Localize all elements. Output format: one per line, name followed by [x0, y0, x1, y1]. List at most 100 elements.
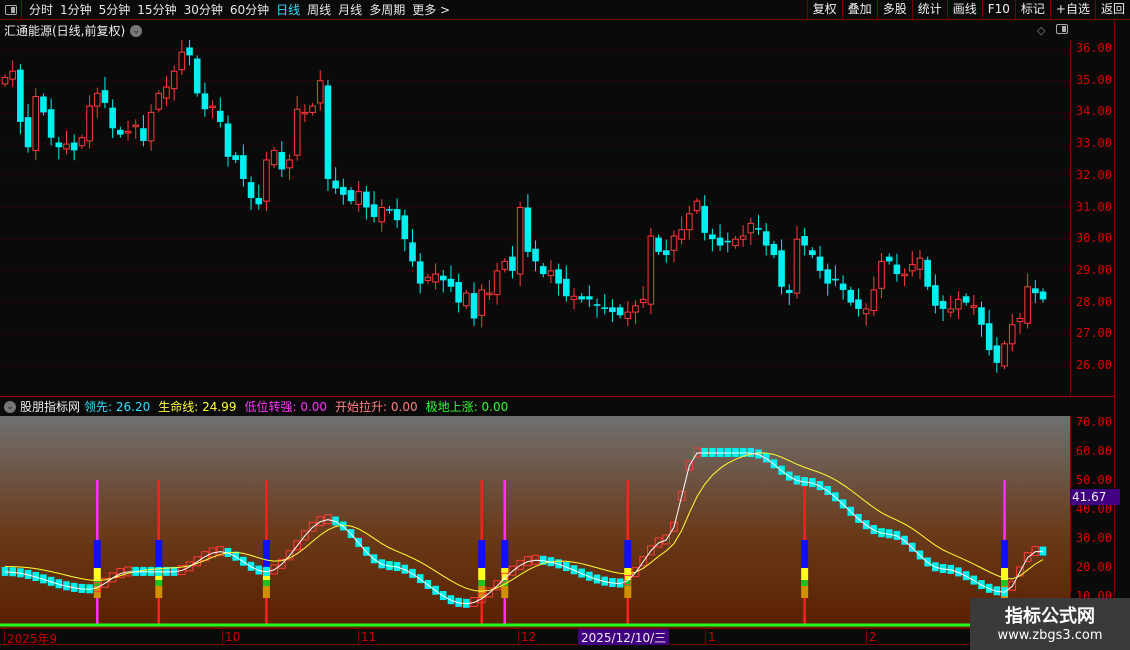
signal-block [478, 586, 486, 598]
candle [747, 217, 755, 245]
candle-body [824, 269, 832, 284]
candle-body [709, 234, 716, 240]
candle-body [278, 152, 286, 170]
indicator-field: 开始拉升: 0.00 [335, 398, 418, 415]
period-toolbar: 分时 1分钟 5分钟 15分钟 30分钟 60分钟 日线 周线 月线 多周期 更多 > 复权 叠加 多股… [0, 0, 1130, 20]
toolbar-button[interactable]: 复权 [806, 0, 842, 20]
candle-body [878, 260, 885, 289]
toolbar-button[interactable]: 标记 [1014, 0, 1050, 20]
price-tick: 27.00 [1075, 326, 1112, 341]
candle-body [140, 128, 147, 141]
period-tab[interactable]: 日线 [276, 1, 300, 18]
candle [132, 119, 140, 139]
candle-body [117, 129, 124, 135]
chevron-down-icon[interactable]: ⌄ [130, 24, 143, 37]
candle [1016, 312, 1024, 334]
candle [893, 253, 901, 282]
date-label: 1 [705, 630, 716, 645]
candle [924, 256, 931, 290]
candle [993, 337, 1001, 373]
candle-body [1039, 291, 1047, 300]
candle [17, 63, 24, 134]
toolbar-button[interactable]: F10 [981, 0, 1015, 20]
period-tab[interactable]: 分时 [29, 1, 53, 18]
candle-body [78, 137, 86, 147]
candle-body [247, 182, 255, 198]
candle-body [785, 289, 793, 294]
candle [101, 76, 109, 109]
candle-body [509, 256, 516, 271]
toolbar-button[interactable]: 统计 [911, 0, 947, 20]
candle-body [340, 186, 347, 195]
signal-block [801, 580, 809, 586]
panel-icon[interactable] [1056, 24, 1068, 34]
indicator-chart[interactable] [0, 416, 1070, 628]
candle-body [701, 205, 708, 233]
candle [955, 291, 962, 319]
period-tab[interactable]: 5分钟 [99, 1, 131, 18]
candle [578, 293, 585, 303]
candle [147, 104, 155, 151]
watermark-url: www.zbgs3.com [997, 628, 1103, 643]
date-label: 2025年9 [4, 630, 57, 646]
candle [732, 236, 739, 249]
candle-body [1016, 317, 1024, 323]
candle [70, 134, 78, 161]
toolbar-button[interactable]: 叠加 [841, 0, 877, 20]
candle-body [947, 308, 955, 313]
candle [324, 79, 332, 192]
signal-block [93, 568, 101, 580]
price-tick: 30.00 [1075, 231, 1112, 246]
period-tab[interactable]: 1分钟 [60, 1, 92, 18]
sidebar-toggle-button[interactable] [0, 0, 22, 20]
price-tick: 32.00 [1075, 167, 1112, 182]
candle [78, 134, 86, 149]
period-tab[interactable]: 月线 [338, 1, 362, 18]
candle [1, 74, 9, 88]
toolbar-button[interactable]: +自选 [1049, 0, 1095, 20]
period-tab[interactable]: 30分钟 [184, 1, 223, 18]
toolbar-button[interactable]: 返回 [1094, 0, 1130, 20]
price-tick: 28.00 [1075, 294, 1112, 309]
signal-block [501, 586, 509, 598]
candlestick-chart[interactable] [0, 40, 1070, 396]
diamond-icon[interactable]: ◇ [1037, 24, 1045, 37]
period-tab[interactable]: 60分钟 [230, 1, 269, 18]
candle-body [716, 237, 724, 246]
chevron-down-icon[interactable]: ⌄ [4, 400, 16, 413]
period-tab[interactable]: 多周期 [369, 1, 405, 18]
candle-body [332, 180, 339, 189]
candle-body [1008, 324, 1016, 345]
signal-block [624, 586, 632, 598]
candle [901, 268, 908, 287]
indicator-tick: 50.00 [1075, 473, 1112, 487]
candle [63, 130, 70, 155]
candle [247, 176, 255, 211]
candle [932, 274, 939, 314]
candle [140, 114, 147, 147]
candle [293, 95, 301, 161]
candle-body [524, 207, 532, 252]
candle-body [416, 261, 424, 284]
indicator-header: ⌄ 股朋指标网 领先: 26.20 生命线: 24.99 低位转强: 0.00 开始拉… [4, 398, 508, 415]
candle [286, 154, 293, 180]
signal-block [262, 586, 270, 598]
candle [201, 82, 209, 117]
candle-body [778, 250, 785, 287]
toolbar-button[interactable]: 画线 [946, 0, 982, 20]
panel-icon [4, 4, 17, 15]
candle [447, 265, 455, 293]
candle [670, 230, 678, 263]
candle-body [732, 238, 739, 247]
candle [793, 225, 801, 299]
candle [762, 223, 770, 256]
period-tab[interactable]: 15分钟 [137, 1, 176, 18]
toolbar-button[interactable]: 多股 [876, 0, 912, 20]
candle-body [155, 92, 163, 110]
period-tab[interactable]: 周线 [307, 1, 331, 18]
period-tab[interactable]: 更多 > [412, 1, 450, 18]
candle-body [670, 235, 678, 251]
field-value: 24.99 [198, 400, 237, 414]
watermark: 指标公式网 www.zbgs3.com [970, 598, 1130, 650]
candle-body [170, 70, 178, 90]
